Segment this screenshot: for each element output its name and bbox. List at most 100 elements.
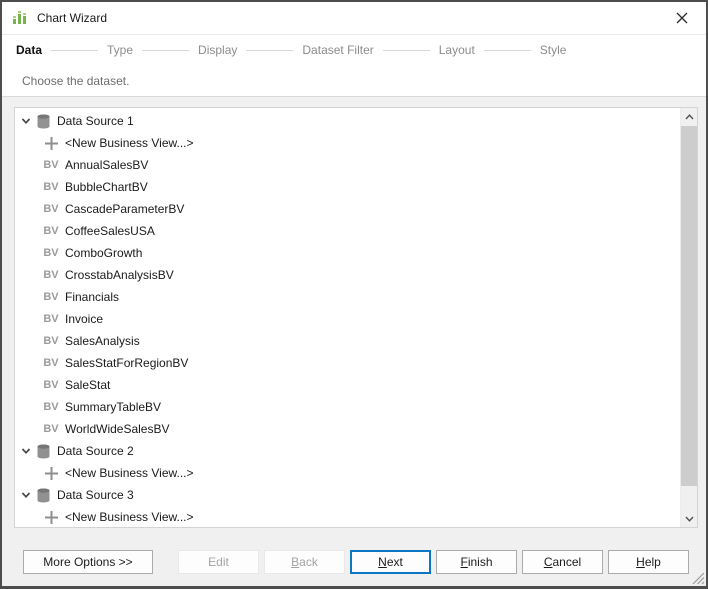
database-icon [35, 114, 51, 129]
tree-item-label: SalesStatForRegionBV [65, 356, 188, 370]
tree-item-coffeesalesusa[interactable]: BV CoffeeSalesUSA [15, 220, 679, 242]
step-layout[interactable]: Layout [439, 43, 475, 57]
plus-icon [43, 467, 59, 480]
business-view-icon: BV [43, 159, 59, 171]
tree-item-salesstatforregionbv[interactable]: BV SalesStatForRegionBV [15, 352, 679, 374]
footer-spacer [153, 550, 173, 574]
tree-item-label: Data Source 1 [57, 114, 134, 128]
step-type[interactable]: Type [107, 43, 133, 57]
business-view-icon: BV [43, 379, 59, 391]
more-options-button[interactable]: More Options >> [23, 550, 153, 574]
tree-item-annualsalesbv[interactable]: BV AnnualSalesBV [15, 154, 679, 176]
database-icon [35, 488, 51, 503]
tree-item-data-source-3[interactable]: Data Source 3 [15, 484, 679, 506]
tree-item-data-source-2[interactable]: Data Source 2 [15, 440, 679, 462]
finish-button[interactable]: Finish [436, 550, 517, 574]
back-button[interactable]: Back [264, 550, 345, 574]
dataset-tree: Data Source 1 <New Business View...> BV Ann… [15, 110, 679, 528]
close-icon [676, 12, 688, 24]
business-view-icon: BV [43, 181, 59, 193]
dataset-tree-panel: Data Source 1 <New Business View...> BV Ann… [14, 107, 698, 528]
tree-item-label: CrosstabAnalysisBV [65, 268, 174, 282]
scroll-down-button[interactable] [681, 510, 697, 527]
chevron-down-icon[interactable] [21, 117, 35, 125]
tree-item-summarytablebv[interactable]: BV SummaryTableBV [15, 396, 679, 418]
tree-item-label: SaleStat [65, 378, 110, 392]
business-view-icon: BV [43, 203, 59, 215]
business-view-icon: BV [43, 247, 59, 259]
tree-item-label: Data Source 2 [57, 444, 134, 458]
tree-item-data-source-1[interactable]: Data Source 1 [15, 110, 679, 132]
cancel-button[interactable]: Cancel [522, 550, 603, 574]
tree-item-label: CoffeeSalesUSA [65, 224, 155, 238]
tree-item-new-business-view[interactable]: <New Business View...> [15, 506, 679, 528]
business-view-icon: BV [43, 423, 59, 435]
step-connector-line [383, 50, 430, 51]
tree-item-label: ComboGrowth [65, 246, 142, 260]
footer-bar: More Options >> EditBackNextFinishCancel… [2, 550, 706, 574]
business-view-icon: BV [43, 291, 59, 303]
tree-item-label: <New Business View...> [65, 466, 194, 480]
tree-item-label: <New Business View...> [65, 136, 194, 150]
tree-item-label: SalesAnalysis [65, 334, 140, 348]
tree-item-label: CascadeParameterBV [65, 202, 184, 216]
chevron-up-icon [685, 114, 694, 120]
step-connector-line [246, 50, 293, 51]
tree-item-label: Invoice [65, 312, 103, 326]
footer-buttons: EditBackNextFinishCancelHelp [173, 550, 689, 574]
plus-icon [43, 137, 59, 150]
chevron-down-icon [685, 516, 694, 522]
scroll-up-button[interactable] [681, 108, 697, 125]
subtitle-row: Choose the dataset. [2, 65, 706, 97]
step-dataset-filter[interactable]: Dataset Filter [302, 43, 373, 57]
tree-item-label: BubbleChartBV [65, 180, 148, 194]
tree-item-new-business-view[interactable]: <New Business View...> [15, 462, 679, 484]
chevron-down-icon[interactable] [21, 447, 35, 455]
wizard-steps: Data Type Display Dataset Filter Layout Style [2, 35, 706, 65]
step-connector-line [51, 50, 98, 51]
business-view-icon: BV [43, 335, 59, 347]
step-connector-line [484, 50, 531, 51]
database-icon [35, 444, 51, 459]
step-display[interactable]: Display [198, 43, 237, 57]
tree-item-label: AnnualSalesBV [65, 158, 148, 172]
help-button[interactable]: Help [608, 550, 689, 574]
chevron-down-icon[interactable] [21, 491, 35, 499]
tree-item-invoice[interactable]: BV Invoice [15, 308, 679, 330]
close-button[interactable] [668, 4, 696, 32]
tree-item-salestat[interactable]: BV SaleStat [15, 374, 679, 396]
tree-item-combogrowth[interactable]: BV ComboGrowth [15, 242, 679, 264]
tree-item-cascadeparameterbv[interactable]: BV CascadeParameterBV [15, 198, 679, 220]
step-data[interactable]: Data [16, 43, 42, 57]
tree-item-financials[interactable]: BV Financials [15, 286, 679, 308]
business-view-icon: BV [43, 313, 59, 325]
tree-item-salesanalysis[interactable]: BV SalesAnalysis [15, 330, 679, 352]
plus-icon [43, 511, 59, 524]
step-style[interactable]: Style [540, 43, 567, 57]
resize-grip[interactable] [691, 571, 705, 585]
wizard-subtitle: Choose the dataset. [22, 74, 129, 88]
business-view-icon: BV [43, 269, 59, 281]
tree-item-worldwidesalesbv[interactable]: BV WorldWideSalesBV [15, 418, 679, 440]
edit-button[interactable]: Edit [178, 550, 259, 574]
tree-item-label: Data Source 3 [57, 488, 134, 502]
step-connector-line [142, 50, 189, 51]
chart-wizard-dialog: Chart Wizard Data Type Display Dataset Filt… [0, 0, 708, 589]
business-view-icon: BV [43, 225, 59, 237]
tree-item-label: <New Business View...> [65, 510, 194, 524]
tree-item-new-business-view[interactable]: <New Business View...> [15, 132, 679, 154]
business-view-icon: BV [43, 401, 59, 413]
title-bar: Chart Wizard [2, 2, 706, 35]
tree-item-bubblechartbv[interactable]: BV BubbleChartBV [15, 176, 679, 198]
content-area: Data Source 1 <New Business View...> BV Ann… [2, 97, 706, 586]
tree-item-label: WorldWideSalesBV [65, 422, 169, 436]
tree-item-label: Financials [65, 290, 119, 304]
vertical-scrollbar[interactable] [680, 108, 697, 527]
scrollbar-thumb[interactable] [681, 126, 697, 486]
business-view-icon: BV [43, 357, 59, 369]
next-button[interactable]: Next [350, 550, 431, 574]
tree-item-crosstabanalysisbv[interactable]: BV CrosstabAnalysisBV [15, 264, 679, 286]
tree-item-label: SummaryTableBV [65, 400, 161, 414]
chart-bars-icon [12, 10, 28, 26]
window-title: Chart Wizard [37, 11, 107, 25]
